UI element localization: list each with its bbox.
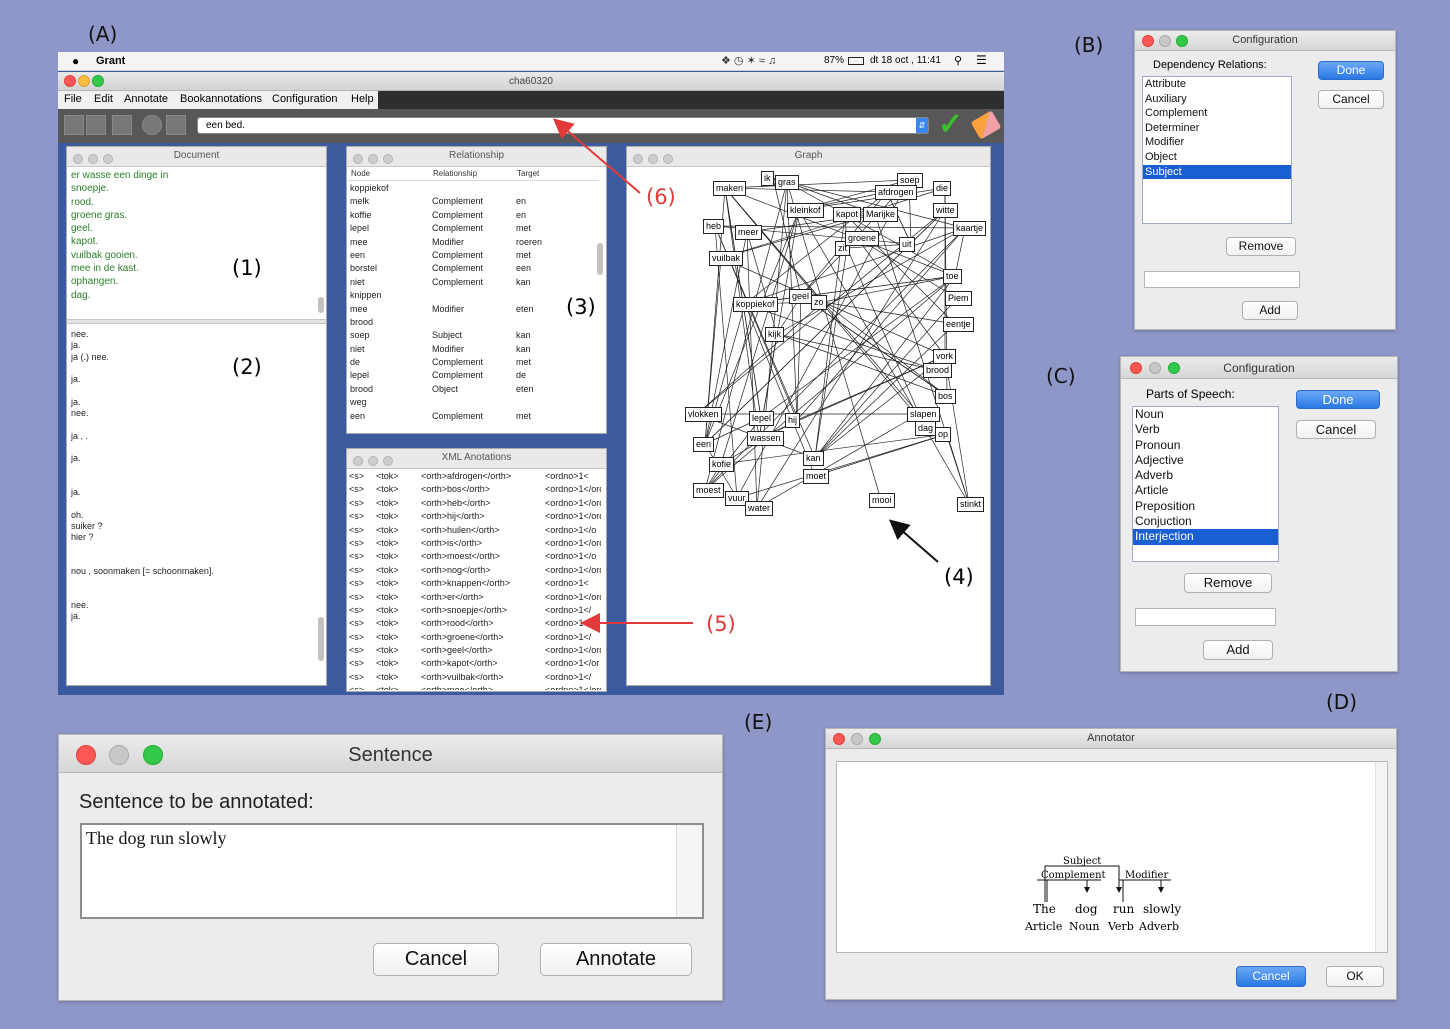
list-item[interactable]: Pronoun	[1133, 438, 1278, 453]
annotator-titlebar: Annotator	[826, 729, 1396, 749]
config-b-titlebar: Configuration	[1135, 31, 1395, 51]
done-button[interactable]: Done	[1296, 390, 1380, 409]
config-c-title: Configuration	[1223, 361, 1295, 375]
annotator-title: Annotator	[1087, 732, 1135, 744]
config-b-heading: Dependency Relations:	[1153, 59, 1267, 71]
word-1[interactable]: The	[1033, 902, 1056, 916]
config-b-title: Configuration	[1232, 34, 1298, 46]
list-item[interactable]: Modifier	[1143, 135, 1291, 150]
cancel-button[interactable]: Cancel	[1318, 90, 1384, 109]
annotator-window: Annotator Subject Complement Modifier Th…	[825, 728, 1397, 1000]
list-item[interactable]: Noun	[1133, 407, 1278, 422]
list-item[interactable]: Attribute	[1143, 77, 1291, 92]
word-2[interactable]: dog	[1075, 902, 1098, 916]
done-button[interactable]: Done	[1318, 61, 1384, 80]
scrollbar[interactable]	[1375, 762, 1387, 952]
sentence-prompt: Sentence to be annotated:	[79, 791, 314, 813]
list-item[interactable]: Preposition	[1133, 499, 1278, 514]
list-item[interactable]: Conjuction	[1133, 514, 1278, 529]
pos-2: Noun	[1069, 920, 1100, 933]
remove-button[interactable]: Remove	[1226, 237, 1296, 256]
remove-button[interactable]: Remove	[1184, 573, 1272, 593]
pos-4: Adverb	[1139, 920, 1180, 933]
relations-list[interactable]: Attribute Auxiliary Complement Determiner Mo…	[1142, 76, 1292, 224]
pos-name-input[interactable]	[1135, 608, 1276, 626]
list-item[interactable]: Verb	[1133, 422, 1278, 437]
pos-list[interactable]: Noun Verb Pronoun Adjective Adverb Article Pre…	[1132, 406, 1279, 562]
ok-button[interactable]: OK	[1326, 966, 1384, 987]
sentence-title: Sentence	[348, 744, 433, 766]
sentence-titlebar: Sentence	[59, 735, 722, 773]
cancel-button[interactable]: Cancel	[373, 943, 499, 976]
add-button[interactable]: Add	[1242, 301, 1298, 320]
sentence-textarea[interactable]: The dog run slowly	[80, 823, 704, 919]
annotation-canvas[interactable]: Subject Complement Modifier The dog run …	[836, 761, 1388, 953]
pos-1: Article	[1025, 920, 1063, 933]
list-item[interactable]: Subject	[1143, 164, 1291, 180]
relation-name-input[interactable]	[1144, 271, 1300, 288]
add-button[interactable]: Add	[1203, 640, 1273, 660]
pos-3: Verb	[1108, 920, 1134, 933]
list-item[interactable]: Adverb	[1133, 468, 1278, 483]
rel-complement: Complement	[1041, 870, 1106, 881]
annotate-button[interactable]: Annotate	[540, 943, 692, 976]
word-3[interactable]: run	[1113, 902, 1134, 916]
config-relations-window: Configuration Dependency Relations: Attr…	[1134, 30, 1396, 330]
rel-subject: Subject	[1063, 856, 1102, 867]
list-item[interactable]: Adjective	[1133, 453, 1278, 468]
cancel-button[interactable]: Cancel	[1236, 966, 1306, 987]
sentence-dialog: Sentence Sentence to be annotated: The d…	[58, 734, 723, 1001]
list-item[interactable]: Object	[1143, 150, 1291, 165]
rel-modifier: Modifier	[1125, 870, 1169, 881]
list-item[interactable]: Article	[1133, 483, 1278, 498]
config-c-titlebar: Configuration	[1121, 357, 1397, 379]
cancel-button[interactable]: Cancel	[1296, 420, 1376, 439]
list-item[interactable]: Auxiliary	[1143, 92, 1291, 107]
list-item[interactable]: Complement	[1143, 106, 1291, 121]
sentence-value: The dog run slowly	[86, 828, 227, 848]
config-pos-window: Configuration Parts of Speech: Noun Verb P…	[1120, 356, 1398, 672]
word-4[interactable]: slowly	[1143, 902, 1181, 916]
list-item[interactable]: Interjection	[1133, 529, 1278, 545]
list-item[interactable]: Determiner	[1143, 121, 1291, 136]
scrollbar[interactable]	[676, 825, 702, 917]
config-c-heading: Parts of Speech:	[1146, 387, 1235, 401]
